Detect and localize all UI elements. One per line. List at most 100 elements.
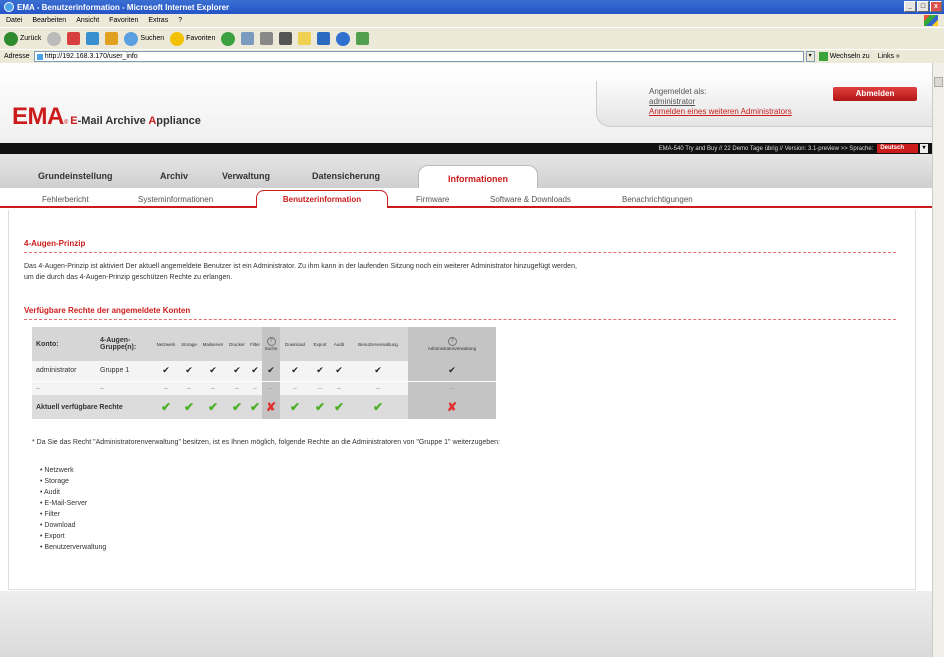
go-label: Wechseln zu [829, 53, 870, 60]
logo-sub-ppliance: ppliance [156, 115, 201, 127]
messenger-icon[interactable] [317, 32, 331, 45]
row-gruppe: Gruppe 1 [96, 361, 154, 382]
tab-datensicherung[interactable]: Datensicherung [312, 171, 380, 181]
check-icon: ✔ [178, 361, 200, 382]
favorites-button[interactable]: Favoriten [170, 31, 216, 46]
section-4-augen-text: Das 4-Augen-Prinzip ist aktiviert Der ak… [24, 263, 577, 281]
info-icon[interactable]: ? [447, 337, 457, 346]
app-header: EMA ® E-Mail Archive Appliance Angemelde… [0, 63, 932, 143]
windows-logo-icon [924, 15, 938, 26]
dash-cell: – [330, 381, 348, 395]
login-other-admin-link[interactable]: Anmelden eines weiteren Administrators [649, 107, 792, 116]
header-right: Filter [248, 327, 262, 361]
maximize-button[interactable]: □ [917, 1, 929, 12]
tab-archiv[interactable]: Archiv [160, 171, 188, 181]
subtab-benutzerinformation[interactable]: Benutzerinformation [256, 190, 388, 208]
tab-verwaltung[interactable]: Verwaltung [222, 171, 270, 181]
refresh-icon[interactable] [86, 32, 100, 45]
subtab-software-downloads[interactable]: Software & Downloads [490, 195, 571, 204]
favorites-label: Favoriten [186, 35, 216, 42]
menu-favoriten[interactable]: Favoriten [109, 17, 138, 24]
subtab-firmware[interactable]: Firmware [416, 195, 449, 204]
dash-cell: – [178, 381, 200, 395]
list-item: Download [40, 520, 106, 531]
menu-extras[interactable]: Extras [148, 17, 168, 24]
subtab-fehlerbericht[interactable]: Fehlerbericht [42, 195, 89, 204]
info-icon[interactable]: ? [266, 337, 276, 346]
dash-cell: – [408, 381, 496, 395]
menu-datei[interactable]: Datei [6, 17, 22, 24]
menu-help[interactable]: ? [178, 17, 182, 24]
check-icon: ✔ [200, 361, 226, 382]
go-button[interactable]: Wechseln zu [818, 52, 870, 61]
logged-in-user-link[interactable]: administrator [649, 97, 695, 106]
menu-ansicht[interactable]: Ansicht [76, 17, 99, 24]
browser-toolbar: Zurück Suchen Favoriten [0, 27, 944, 49]
page-footer-area [0, 591, 932, 657]
sub-tabs: Fehlerbericht Systeminformationen Benutz… [0, 188, 932, 208]
dash-cell: – [348, 381, 408, 395]
edit-icon[interactable] [279, 32, 293, 45]
folder-icon[interactable] [298, 32, 312, 45]
minimize-button[interactable]: _ [904, 1, 916, 12]
admin-rights-note: * Da Sie das Recht "Administratorenverwa… [32, 439, 500, 446]
header-konto: Konto: [32, 327, 96, 361]
vertical-scrollbar[interactable] [932, 63, 944, 657]
header-right-suche: ? Suche [262, 327, 280, 361]
close-button[interactable]: x [930, 1, 942, 12]
login-panel: Angemeldet als: administrator Anmelden e… [596, 81, 932, 127]
tab-informationen[interactable]: Informationen [418, 165, 538, 188]
window-controls: _ □ x [904, 1, 942, 12]
links-button[interactable]: Links » [878, 53, 900, 60]
tab-grundeinstellung[interactable]: Grundeinstellung [38, 171, 113, 181]
list-item: Netzwerk [40, 465, 106, 476]
address-input[interactable]: http://192.168.3.170/user_info [33, 51, 804, 62]
green-check-icon: ✔ [178, 395, 200, 419]
red-cross-icon: ✘ [408, 395, 496, 419]
print-icon[interactable] [260, 32, 274, 45]
rights-table: Konto: 4-Augen-Gruppe(n): Netzwerk Stora… [32, 327, 496, 419]
dash-cell: – [262, 381, 280, 395]
dash-cell: – [226, 381, 248, 395]
logo-subtitle: E-Mail Archive Appliance [70, 115, 201, 127]
menu-bearbeiten[interactable]: Bearbeiten [32, 17, 66, 24]
check-icon: ✔ [348, 361, 408, 382]
subtab-systeminformationen[interactable]: Systeminformationen [138, 195, 213, 204]
scrollbar-thumb[interactable] [934, 77, 943, 87]
logo-registered: ® [63, 120, 69, 126]
dash-cell: – [280, 381, 310, 395]
back-button[interactable]: Zurück [4, 31, 41, 46]
history-icon[interactable] [221, 31, 236, 46]
back-arrow-icon [4, 31, 18, 46]
media-icon[interactable] [336, 31, 351, 46]
star-icon [170, 31, 185, 46]
header-right: Storage [178, 327, 200, 361]
address-bar: Adresse http://192.168.3.170/user_info ▾… [0, 49, 944, 63]
subtab-benachrichtigungen[interactable]: Benachrichtigungen [622, 195, 693, 204]
window-titlebar: EMA - Benutzerinformation - Microsoft In… [0, 0, 944, 14]
home-icon[interactable] [105, 32, 119, 45]
address-label: Adresse [4, 53, 30, 60]
header-right: Mailserver [200, 327, 226, 361]
list-item: Storage [40, 476, 106, 487]
logout-button[interactable]: Abmelden [833, 87, 917, 101]
research-icon[interactable] [356, 32, 370, 45]
green-check-icon: ✔ [348, 395, 408, 419]
mail-icon[interactable] [241, 32, 255, 45]
window-title: EMA - Benutzerinformation - Microsoft In… [17, 2, 230, 12]
forward-arrow-icon[interactable] [47, 31, 62, 46]
search-button[interactable]: Suchen [124, 31, 165, 46]
address-dropdown-icon[interactable]: ▾ [805, 51, 815, 62]
stop-icon[interactable] [67, 32, 81, 45]
green-check-icon: ✔ [226, 395, 248, 419]
list-item: Audit [40, 487, 106, 498]
dash-cell: – [310, 381, 330, 395]
search-label: Suchen [140, 35, 165, 42]
green-check-icon: ✔ [154, 395, 178, 419]
language-select[interactable]: Deutsch [877, 144, 928, 153]
total-label: Aktuell verfügbare Rechte [32, 395, 154, 419]
header-right: Audit [330, 327, 348, 361]
dash-cell: – [248, 381, 262, 395]
list-item: E-Mail-Server [40, 498, 106, 509]
list-item: Benutzerverwaltung [40, 542, 106, 553]
